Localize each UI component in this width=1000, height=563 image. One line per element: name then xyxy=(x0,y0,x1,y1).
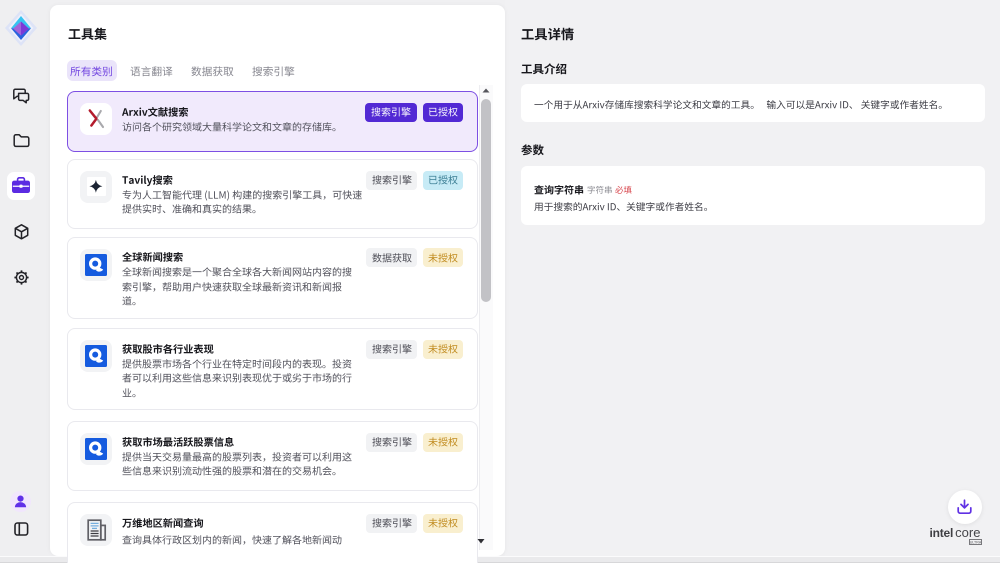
svg-text:ULTRA: ULTRA xyxy=(969,540,981,544)
